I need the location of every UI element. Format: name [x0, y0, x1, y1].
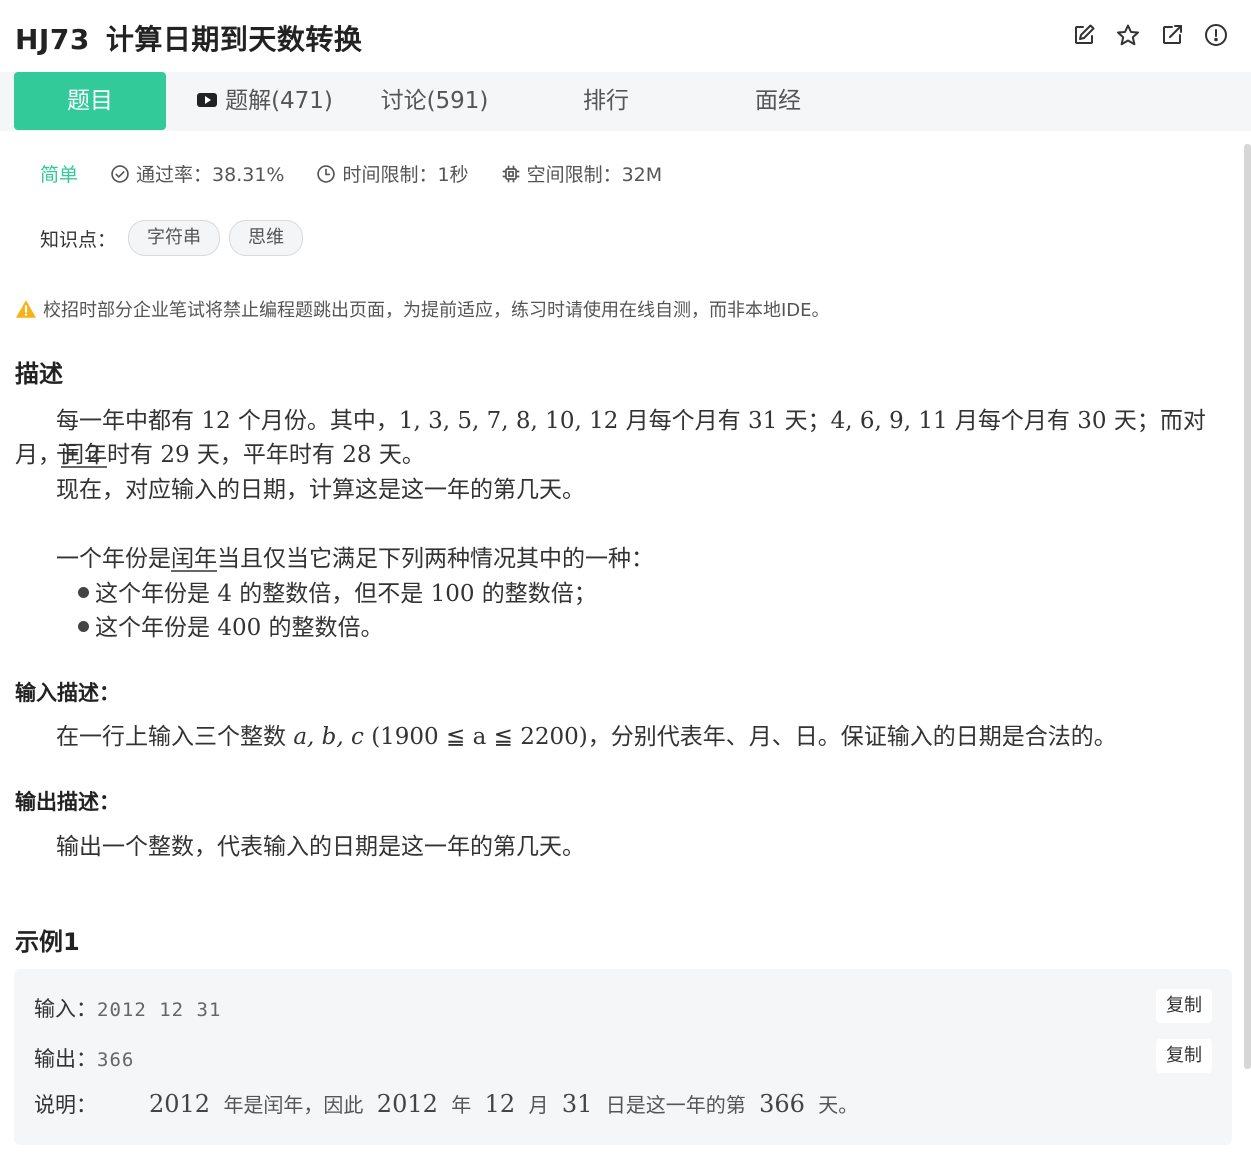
input-heading: 输入描述：	[15, 681, 120, 705]
copy-input-button[interactable]: 复制	[1156, 989, 1212, 1023]
problem-meta: 简单 通过率：38.31% 时间限制：1秒 空间限制：32M	[40, 160, 694, 187]
header-actions	[1071, 22, 1229, 48]
pass-rate: 通过率：38.31%	[110, 160, 284, 187]
chip-icon	[502, 165, 519, 182]
time-limit: 时间限制：1秒	[316, 160, 469, 187]
difficulty-badge: 简单	[40, 164, 79, 186]
description-line-3: 现在，对应输入的日期，计算这是这一年的第几天。	[56, 477, 585, 503]
example-explanation: 说明： 2012 年是闰年，因此 2012 年 12 月 31 日是这一年的第 3…	[34, 1090, 859, 1118]
example-output-value[interactable]: 366	[97, 1049, 134, 1071]
tag-thinking[interactable]: 思维	[229, 220, 304, 256]
warning-text: 校招时部分企业笔试将禁止编程题跳出页面，为提前适应，练习时请使用在线自测，而非本…	[43, 300, 830, 321]
output-heading: 输出描述：	[15, 790, 120, 814]
tab-problem[interactable]: 题目	[14, 72, 166, 130]
scrollbar[interactable]	[1244, 144, 1251, 1069]
leap-rule-1: 这个年份是 4 的整数倍，但不是 100 的整数倍；	[78, 577, 597, 611]
external-link-icon[interactable]	[1159, 22, 1185, 48]
copy-output-button[interactable]: 复制	[1156, 1039, 1212, 1073]
example-output-row: 输出：366	[34, 1043, 134, 1073]
tab-ranking[interactable]: 排行	[560, 72, 652, 130]
output-description: 输出一个整数，代表输入的日期是这一年的第几天。	[56, 834, 585, 860]
warning-icon	[15, 300, 37, 318]
example-input-label: 输入：	[34, 997, 97, 1021]
tab-bar: 题目 题解(471) 讨论(591) 排行 面经	[0, 72, 1251, 131]
problem-code: HJ73	[15, 23, 90, 56]
tag-string[interactable]: 字符串	[128, 220, 221, 256]
example-heading: 示例1	[15, 928, 80, 956]
example-box: 输入：2012 12 31 复制 输出：366 复制 说明： 2012 年是闰年，…	[14, 969, 1232, 1145]
tab-interview[interactable]: 面经	[732, 72, 824, 130]
input-description: 在一行上输入三个整数 a, b, c (1900 ≦ a ≦ 2200)，分别代…	[56, 724, 1117, 750]
example-output-label: 输出：	[34, 1047, 97, 1071]
clock-icon	[317, 164, 336, 183]
leap-rule-2: 这个年份是 400 的整数倍。	[78, 611, 384, 645]
explain-label: 说明：	[34, 1093, 97, 1117]
problem-title: HJ73 计算日期到天数转换	[15, 18, 362, 58]
space-limit: 空间限制：32M	[501, 160, 662, 187]
leap-year-link-2[interactable]: 闰年	[171, 546, 217, 572]
video-icon	[197, 92, 218, 107]
knowledge-label: 知识点：	[40, 228, 117, 251]
leap-year-link[interactable]: 闰年	[61, 442, 107, 468]
tab-solutions-label: 题解(471)	[225, 88, 333, 114]
problem-header: HJ73 计算日期到天数转换	[0, 0, 1251, 72]
check-circle-icon	[111, 164, 129, 183]
star-icon[interactable]	[1115, 22, 1141, 48]
description-heading: 描述	[15, 360, 63, 388]
knowledge-points: 知识点： 字符串 思维	[40, 220, 312, 256]
alert-icon[interactable]	[1203, 22, 1229, 48]
warning-notice: 校招时部分企业笔试将禁止编程题跳出页面，为提前适应，练习时请使用在线自测，而非本…	[15, 296, 830, 322]
example-input-row: 输入：2012 12 31	[34, 993, 221, 1023]
example-input-value[interactable]: 2012 12 31	[97, 999, 221, 1021]
tab-discussion[interactable]: 讨论(591)	[372, 72, 497, 130]
leap-definition: 一个年份是闰年当且仅当它满足下列两种情况其中的一种：	[56, 546, 654, 572]
edit-icon[interactable]	[1071, 22, 1097, 48]
problem-name: 计算日期到天数转换	[105, 23, 363, 56]
tab-solutions[interactable]: 题解(471)	[190, 72, 340, 130]
description-line-2: 月，闰年时有 29 天，平年时有 28 天。	[15, 442, 425, 468]
